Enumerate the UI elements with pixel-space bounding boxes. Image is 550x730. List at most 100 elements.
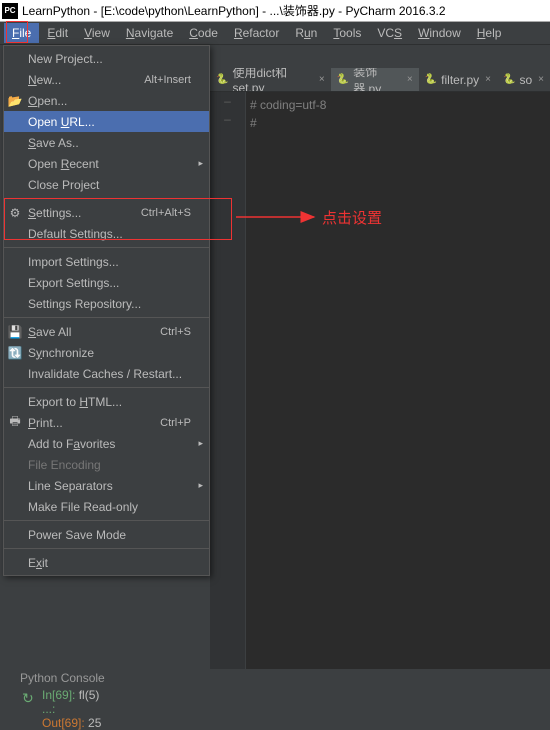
menu-save-as[interactable]: Save As.. — [4, 132, 209, 153]
gutter-mark: – — [210, 110, 245, 128]
menu-label: Print... — [28, 416, 63, 430]
menu-label: Make File Read-only — [28, 500, 138, 514]
menu-shortcut: Ctrl+S — [160, 326, 191, 338]
menu-separator — [4, 548, 209, 549]
code-editor[interactable]: –– # coding=utf-8# — [210, 92, 550, 669]
python-file-icon: 🐍 — [425, 74, 437, 85]
menu-print[interactable]: 🖶 Print... Ctrl+P — [4, 412, 209, 433]
editor-lines: # coding=utf-8# — [250, 96, 550, 132]
menu-shortcut: Alt+Insert — [144, 74, 191, 86]
menu-label: Export Settings... — [28, 276, 119, 290]
menu-close-project[interactable]: Close Project — [4, 174, 209, 195]
menu-item-refactor[interactable]: Refactor — [226, 23, 287, 43]
menu-open-recent[interactable]: Open Recent ▸ — [4, 153, 209, 174]
submenu-arrow-icon: ▸ — [198, 158, 203, 169]
menu-label: Settings... — [28, 206, 81, 220]
menu-item-code[interactable]: Code — [181, 23, 226, 43]
python-file-icon: 🐍 — [337, 74, 349, 85]
menu-label: Close Project — [28, 178, 99, 192]
menu-separator — [4, 387, 209, 388]
console-in-prompt: In[69]: — [42, 688, 75, 702]
menu-shortcut: Ctrl+P — [160, 417, 191, 429]
code-line: # coding=utf-8 — [250, 96, 550, 114]
menu-item-edit[interactable]: Edit — [39, 23, 76, 43]
tab-label: filter.py — [441, 73, 479, 87]
tab-装饰器-py[interactable]: 🐍装饰器.py× — [331, 68, 419, 92]
menu-shortcut: Ctrl+Alt+S — [141, 207, 191, 219]
menu-item-view[interactable]: View — [76, 23, 118, 43]
menu-default-settings[interactable]: Default Settings... — [4, 223, 209, 244]
menu-exit[interactable]: Exit — [4, 552, 209, 573]
tab-使用dict和set-py[interactable]: 🐍 使用dict和set.py × — [210, 68, 331, 92]
close-icon[interactable]: × — [319, 74, 325, 85]
gear-icon: ⚙ — [8, 206, 22, 220]
menu-item-vcs[interactable]: VCS — [369, 23, 410, 43]
menu-power-save-mode[interactable]: Power Save Mode — [4, 524, 209, 545]
code-line: # — [250, 114, 550, 132]
file-menu-dropdown: New Project... New... Alt+Insert 📂 Open... Op… — [3, 45, 210, 576]
menu-synchronize[interactable]: 🔃 Synchronize — [4, 342, 209, 363]
tab-label: 使用dict和set.py — [232, 68, 312, 92]
menu-invalidate-caches-restart[interactable]: Invalidate Caches / Restart... — [4, 363, 209, 384]
menu-label: Open... — [28, 94, 67, 108]
submenu-arrow-icon: ▸ — [198, 438, 203, 449]
console-cont-prompt: ...: — [42, 702, 55, 716]
app-icon: PC — [2, 3, 18, 19]
menu-item-tools[interactable]: Tools — [325, 23, 369, 43]
print-icon: 🖶 — [8, 416, 22, 430]
console-out-prompt: Out[69]: — [42, 716, 85, 730]
menu-label: Settings Repository... — [28, 297, 141, 311]
menu-label: Default Settings... — [28, 227, 123, 241]
menu-new[interactable]: New... Alt+Insert — [4, 69, 209, 90]
editor-tabs: 🐍使用dict和set.py×🐍装饰器.py×🐍filter.py×🐍so× — [210, 68, 550, 92]
menu-open[interactable]: 📂 Open... — [4, 90, 209, 111]
menu-item-file[interactable]: File — [4, 23, 39, 43]
menu-add-to-favorites[interactable]: Add to Favorites▸ — [4, 433, 209, 454]
tab-so[interactable]: 🐍so× — [497, 68, 550, 92]
menu-label: Save As.. — [28, 136, 79, 150]
menu-label: New... — [28, 73, 61, 87]
menu-label: Import Settings... — [28, 255, 119, 269]
window-title: LearnPython - [E:\code\python\LearnPytho… — [22, 2, 446, 19]
menu-new-project[interactable]: New Project... — [4, 48, 209, 69]
menu-label: Save All — [28, 325, 71, 339]
tab-filter-py[interactable]: 🐍 filter.py × — [419, 68, 497, 92]
console-out-val: 25 — [85, 716, 102, 730]
console-title[interactable]: Python Console — [20, 671, 105, 685]
menu-file-encoding: File Encoding — [4, 454, 209, 475]
menu-label: Line Separators — [28, 479, 113, 493]
menu-item-run[interactable]: Run — [287, 23, 325, 43]
console-run-icon[interactable]: ↻ — [22, 690, 34, 707]
menu-item-help[interactable]: Help — [469, 23, 510, 43]
menu-label: Synchronize — [28, 346, 94, 360]
menu-import-settings[interactable]: Import Settings... — [4, 251, 209, 272]
menu-separator — [4, 247, 209, 248]
menu-separator — [4, 198, 209, 199]
menu-item-window[interactable]: Window — [410, 23, 469, 43]
close-icon[interactable]: × — [485, 74, 491, 85]
menu-settings[interactable]: ⚙ Settings... Ctrl+Alt+S — [4, 202, 209, 223]
menu-label: Open URL... — [28, 115, 95, 129]
python-file-icon: 🐍 — [216, 74, 228, 85]
folder-icon: 📂 — [8, 94, 22, 108]
python-console[interactable]: In[69]: fl(5) ...: Out[69]: 25 — [42, 688, 550, 730]
sync-icon: 🔃 — [8, 346, 22, 360]
menu-export-settings[interactable]: Export Settings... — [4, 272, 209, 293]
close-icon[interactable]: × — [407, 74, 413, 85]
menu-open-url[interactable]: Open URL... — [4, 111, 209, 132]
menu-bar: FileEditViewNavigateCodeRefactorRunTools… — [0, 22, 550, 45]
menu-make-file-read-only[interactable]: Make File Read-only — [4, 496, 209, 517]
menu-label: Exit — [28, 556, 48, 570]
menu-item-navigate[interactable]: Navigate — [118, 23, 181, 43]
menu-save-all[interactable]: 💾Save AllCtrl+S — [4, 321, 209, 342]
menu-label: Power Save Mode — [28, 528, 126, 542]
python-file-icon: 🐍 — [503, 74, 515, 85]
menu-label: Export to HTML... — [28, 395, 122, 409]
close-icon[interactable]: × — [538, 74, 544, 85]
menu-label: File Encoding — [28, 458, 101, 472]
menu-settings-repository[interactable]: Settings Repository... — [4, 293, 209, 314]
menu-export-to-html[interactable]: Export to HTML... — [4, 391, 209, 412]
menu-line-separators[interactable]: Line Separators▸ — [4, 475, 209, 496]
menu-label: Open Recent — [28, 157, 99, 171]
menu-label: New Project... — [28, 52, 103, 66]
